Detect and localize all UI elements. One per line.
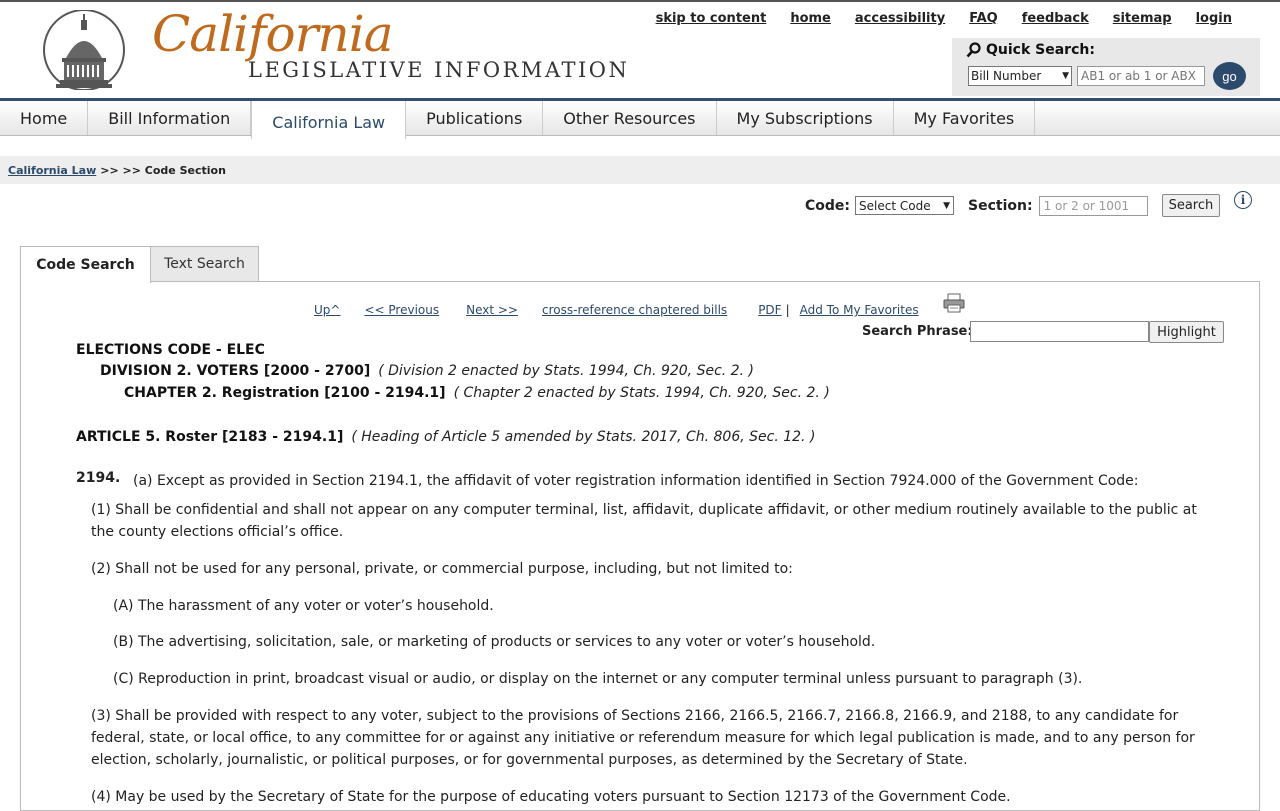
- quick-search-title: Quick Search:: [966, 42, 1095, 58]
- chapter-note: ( Chapter 2 enacted by Stats. 1994, Ch. …: [453, 385, 830, 401]
- next-link[interactable]: Next >>: [466, 303, 518, 317]
- print-icon[interactable]: [943, 293, 965, 313]
- code-select[interactable]: Select Code ▼: [855, 196, 955, 215]
- tab-text-search[interactable]: Text Search: [150, 246, 259, 282]
- nav-california-law[interactable]: California Law: [251, 101, 407, 139]
- up-link[interactable]: Up^: [314, 303, 340, 317]
- nav-my-subscriptions[interactable]: My Subscriptions: [717, 101, 894, 135]
- section-number: 2194.: [76, 470, 121, 486]
- subparagraph-b: (B) The advertising, solicitation, sale,…: [113, 634, 876, 650]
- capitol-dome-icon[interactable]: [40, 10, 126, 90]
- faq-link[interactable]: FAQ: [969, 11, 998, 26]
- feedback-link[interactable]: feedback: [1022, 11, 1089, 26]
- bill-type-select[interactable]: Bill Number ▼: [968, 66, 1072, 86]
- breadcrumb: California Law >> >> Code Section: [0, 156, 1280, 184]
- skip-to-content-link[interactable]: skip to content: [656, 11, 767, 26]
- code-label: Code:: [805, 197, 851, 214]
- nav-bill-information[interactable]: Bill Information: [88, 101, 252, 135]
- previous-link[interactable]: << Previous: [364, 303, 439, 317]
- code-select-value: Select Code: [859, 198, 931, 213]
- accessibility-link[interactable]: accessibility: [855, 11, 945, 26]
- login-link[interactable]: login: [1196, 11, 1232, 26]
- paragraph-1: (1) Shall be confidential and shall not …: [91, 502, 1197, 540]
- subparagraph-a: (A) The harassment of any voter or voter…: [113, 598, 494, 614]
- chevron-down-icon: ▼: [1062, 71, 1069, 81]
- nav-other-resources[interactable]: Other Resources: [543, 101, 717, 135]
- article-note: ( Heading of Article 5 amended by Stats.…: [351, 429, 816, 445]
- bill-type-value: Bill Number: [971, 69, 1042, 83]
- chevron-down-icon: ▼: [943, 200, 951, 211]
- article-heading: ARTICLE 5. Roster [2183 - 2194.1] ( Headi…: [76, 429, 815, 445]
- division-note: ( Division 2 enacted by Stats. 1994, Ch.…: [378, 363, 754, 379]
- paragraph-3: (3) Shall be provided with respect to an…: [91, 708, 1195, 768]
- code-search-button[interactable]: Search: [1161, 194, 1221, 217]
- main-nav: Home Bill Information California Law Pub…: [0, 101, 1280, 139]
- add-to-favorites-link[interactable]: Add To My Favorites: [800, 303, 919, 317]
- home-link[interactable]: home: [790, 11, 831, 26]
- section-placeholder: 1 or 2 or 1001: [1043, 198, 1130, 213]
- nav-home[interactable]: Home: [0, 101, 89, 135]
- breadcrumb-california-law[interactable]: California Law: [8, 164, 96, 177]
- subdivision-a: (a) Except as provided in Section 2194.1…: [133, 473, 1139, 489]
- cross-reference-link[interactable]: cross-reference chaptered bills: [542, 303, 727, 317]
- search-phrase-label: Search Phrase:: [862, 324, 973, 339]
- section-input[interactable]: 1 or 2 or 1001: [1038, 195, 1148, 216]
- subparagraph-c: (C) Reproduction in print, broadcast vis…: [113, 671, 1083, 687]
- nav-my-favorites[interactable]: My Favorites: [894, 101, 1036, 135]
- section-nav-links: Up^ << Previous Next >> cross-reference …: [314, 303, 919, 317]
- bill-number-input[interactable]: [1077, 66, 1205, 86]
- quick-search-panel: Quick Search: Bill Number ▼ go: [952, 38, 1260, 96]
- nav-publications[interactable]: Publications: [406, 101, 544, 135]
- division-heading: DIVISION 2. VOTERS [2000 - 2700] ( Divisi…: [100, 363, 754, 379]
- chapter-heading: CHAPTER 2. Registration [2100 - 2194.1] (…: [124, 385, 830, 401]
- link-separator: |: [785, 303, 790, 317]
- quick-search-label: Quick Search:: [986, 42, 1095, 58]
- tab-code-search[interactable]: Code Search: [20, 246, 151, 283]
- code-section-search: Code: Select Code ▼ Section: 1 or 2 or 1…: [805, 194, 1221, 217]
- top-border: [0, 0, 1280, 2]
- sitemap-link[interactable]: sitemap: [1113, 11, 1172, 26]
- breadcrumb-rest: >> >> Code Section: [100, 163, 226, 177]
- section-label: Section:: [968, 197, 1033, 214]
- logo-california[interactable]: California: [152, 4, 394, 64]
- article-title: ARTICLE 5. Roster [2183 - 2194.1]: [76, 429, 344, 445]
- paragraph-2: (2) Shall not be used for any personal, …: [91, 561, 793, 577]
- code-heading: ELECTIONS CODE - ELEC: [76, 342, 265, 358]
- logo-subtitle: LEGISLATIVE INFORMATION: [248, 58, 630, 82]
- search-icon: [966, 42, 981, 58]
- pdf-link[interactable]: PDF: [758, 303, 781, 317]
- info-icon[interactable]: i: [1234, 191, 1252, 209]
- top-links: skip to content home accessibility FAQ f…: [656, 11, 1232, 26]
- highlight-button[interactable]: Highlight: [1149, 321, 1224, 343]
- division-title: DIVISION 2. VOTERS [2000 - 2700]: [100, 363, 371, 379]
- search-phrase-input[interactable]: [970, 321, 1149, 342]
- chapter-title: CHAPTER 2. Registration [2100 - 2194.1]: [124, 385, 446, 401]
- go-button[interactable]: go: [1213, 62, 1246, 90]
- paragraph-4: (4) May be used by the Secretary of Stat…: [91, 789, 1011, 805]
